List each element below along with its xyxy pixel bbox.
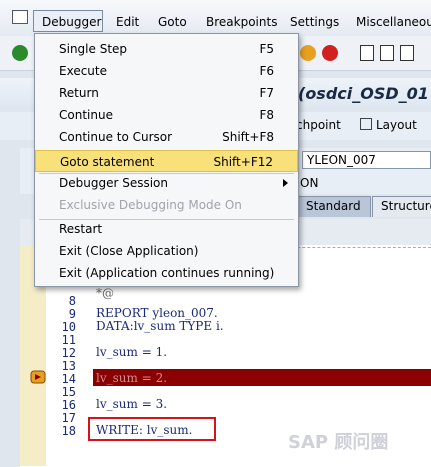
layout-label: Layout	[376, 118, 417, 132]
enter-icon[interactable]	[12, 45, 28, 61]
menu-item-label: Goto statement	[60, 155, 155, 169]
print-icon[interactable]	[360, 45, 374, 61]
menu-breakpoints[interactable]: Breakpoints	[206, 15, 277, 29]
debugger-dropdown-menu: Single Step F5 Execute F6 Return F7 Continu…	[34, 33, 299, 287]
program-field[interactable]: YLEON_007	[302, 151, 431, 169]
menu-item-label: Exit (Close Application)	[59, 244, 199, 258]
menu-item-continue-to-cursor[interactable]: Continue to Cursor Shift+F8	[35, 126, 298, 148]
menu-item-shortcut: F7	[259, 86, 274, 100]
menu-item-label: Debugger Session	[59, 176, 168, 190]
code-line-sum2[interactable]: lv_sum = 2.	[96, 371, 167, 385]
left-frame	[0, 140, 20, 466]
cancel-icon[interactable]	[322, 45, 338, 61]
menu-goto[interactable]: Goto	[158, 15, 187, 29]
line-number: 9	[68, 307, 76, 321]
line-number: 12	[61, 346, 76, 360]
menu-item-shortcut: Shift+F8	[222, 130, 274, 144]
find-next-icon[interactable]	[400, 45, 414, 61]
menubar: Debugger Edit Goto Breakpoints Settings …	[0, 0, 431, 37]
line-number: 11	[61, 333, 76, 347]
menu-item-exit-close[interactable]: Exit (Close Application)	[35, 240, 298, 262]
menu-settings[interactable]: Settings	[290, 15, 339, 29]
line-number: 8	[68, 294, 76, 308]
tab-structure[interactable]: Structure	[372, 196, 431, 217]
exit-icon[interactable]	[300, 45, 316, 61]
menu-item-shortcut: Shift+F12	[213, 155, 273, 169]
menu-item-goto-statement[interactable]: Goto statement Shift+F12	[35, 150, 298, 172]
submenu-arrow-icon	[283, 179, 288, 187]
code-line-sum3[interactable]: lv_sum = 3.	[96, 397, 167, 411]
code-line-data[interactable]: DATA:lv_sum TYPE i.	[96, 319, 224, 333]
code-line-sum1[interactable]: lv_sum = 1.	[96, 345, 167, 359]
menu-item-continue[interactable]: Continue F8	[35, 104, 298, 126]
find-icon[interactable]	[380, 45, 394, 61]
line-number: 16	[61, 398, 76, 412]
watermark: SAP 顾问圈	[288, 432, 389, 453]
menu-item-label: Continue	[59, 108, 113, 122]
menu-item-shortcut: F5	[259, 42, 274, 56]
code-line-comment: *@	[96, 286, 114, 300]
code-line-report[interactable]: REPORT yleon_007.	[96, 306, 218, 320]
menu-edit[interactable]: Edit	[116, 15, 139, 29]
page-title: (osdci_OSD_01	[298, 84, 429, 103]
line-number: 17	[61, 411, 76, 425]
line-number: 10	[61, 320, 76, 334]
menu-debugger[interactable]: Debugger	[33, 10, 103, 32]
menu-item-exit-continue[interactable]: Exit (Application continues running)	[35, 262, 298, 284]
line-number: 18	[61, 424, 76, 438]
layout-icon	[360, 118, 372, 130]
menu-debugger-label: Debugger	[42, 15, 102, 29]
watchpoint-button[interactable]: chpoint	[296, 118, 341, 132]
menu-item-label: Continue to Cursor	[59, 130, 173, 144]
menu-item-execute[interactable]: Execute F6	[35, 60, 298, 82]
menu-item-label: Return	[59, 86, 99, 100]
menu-item-label: Exclusive Debugging Mode On	[59, 198, 242, 212]
line-number: 13	[61, 359, 76, 373]
layout-button[interactable]: Layout	[360, 118, 417, 132]
debugger-pointer-icon	[30, 370, 46, 384]
system-menu-icon[interactable]	[12, 10, 28, 24]
menu-item-shortcut: F6	[259, 64, 274, 78]
menu-item-label: Single Step	[59, 42, 128, 56]
line-number: 15	[61, 385, 76, 399]
menu-item-return[interactable]: Return F7	[35, 82, 298, 104]
tab-standard[interactable]: Standard	[297, 196, 371, 217]
menu-item-exclusive-debugging: Exclusive Debugging Mode On	[35, 194, 298, 216]
red-highlight-box	[88, 417, 216, 441]
menu-item-label: Execute	[59, 64, 107, 78]
menu-item-restart[interactable]: Restart	[35, 218, 298, 240]
menu-item-shortcut: F8	[259, 108, 274, 122]
line-number: 14	[61, 372, 76, 386]
menu-item-label: Exit (Application continues running)	[59, 266, 275, 280]
menu-item-debugger-session[interactable]: Debugger Session	[35, 172, 298, 194]
menu-miscellaneous[interactable]: Miscellaneous	[356, 15, 431, 29]
session-value: ON	[300, 176, 319, 190]
menu-item-single-step[interactable]: Single Step F5	[35, 38, 298, 60]
menu-item-label: Restart	[59, 222, 103, 236]
